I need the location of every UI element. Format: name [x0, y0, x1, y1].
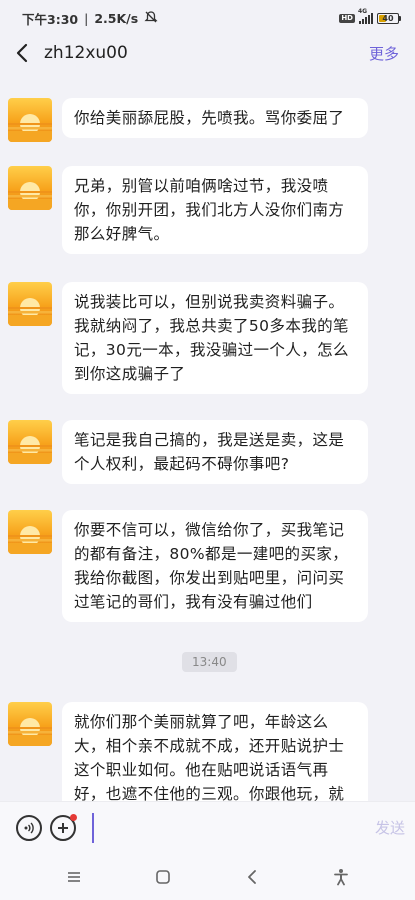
accessibility-icon: [333, 868, 348, 885]
avatar[interactable]: [8, 282, 52, 326]
status-right: HD 4G 40: [339, 8, 401, 24]
message-list[interactable]: 你给美丽舔屁股，先喷我。骂你委屈了 兄弟，别管以前咱俩啥过节，我没喷你，你别开团…: [0, 76, 415, 801]
avatar[interactable]: [8, 98, 52, 142]
menu-icon: [68, 871, 81, 882]
message-item: 兄弟，别管以前咱俩啥过节，我没喷你，你别开团，我们北方人没你们南方那么好脾气。: [8, 166, 368, 254]
nav-back-button[interactable]: [232, 857, 272, 897]
status-divider: |: [84, 10, 89, 26]
avatar[interactable]: [8, 420, 52, 464]
message-item: 你给美丽舔屁股，先喷我。骂你委屈了: [8, 98, 368, 142]
network-type: 4G: [358, 7, 368, 15]
notification-dot: [70, 813, 77, 821]
chat-title: zh12xu00: [44, 43, 128, 63]
status-time: 下午3:30: [22, 11, 79, 27]
message-bubble[interactable]: 兄弟，别管以前咱俩啥过节，我没喷你，你别开团，我们北方人没你们南方那么好脾气。: [62, 166, 368, 254]
nav-menu-button[interactable]: [54, 857, 94, 897]
back-triangle-icon: [247, 869, 256, 884]
message-input[interactable]: [92, 812, 367, 843]
voice-button[interactable]: [16, 814, 42, 841]
message-bubble[interactable]: 就你们那个美丽就算了吧，年龄这么大，相个亲不成就不成，还开贴说护士这个职业如何。…: [62, 702, 368, 801]
add-button[interactable]: [50, 813, 77, 841]
battery-level: 40: [382, 13, 394, 23]
more-button[interactable]: 更多: [369, 43, 415, 64]
message-item: 就你们那个美丽就算了吧，年龄这么大，相个亲不成就不成，还开贴说护士这个职业如何。…: [8, 702, 368, 801]
message-item: 说我装比可以，但别说我卖资料骗子。我就纳闷了，我总共卖了50多本我的笔记，30元…: [8, 282, 368, 394]
battery-icon: 40: [377, 12, 401, 24]
chat-header: zh12xu00 更多: [0, 36, 415, 70]
plus-icon: [58, 822, 68, 833]
back-button[interactable]: [0, 36, 44, 70]
input-bar: 发送: [0, 801, 415, 853]
mute-icon: [144, 10, 158, 27]
message-bubble[interactable]: 你要不信可以，微信给你了，买我笔记的都有备注，80%都是一建吧的买家，我给你截图…: [62, 510, 368, 622]
status-bar: 下午3:30 | 2.5K/s HD 4G 40: [0, 0, 415, 36]
time-divider: 13:40: [182, 652, 237, 672]
home-square-icon: [156, 869, 170, 884]
avatar[interactable]: [8, 166, 52, 210]
system-nav-bar: [0, 853, 415, 900]
send-button[interactable]: 发送: [375, 817, 405, 838]
back-arrow-icon: [16, 43, 28, 63]
message-item: 你要不信可以，微信给你了，买我笔记的都有备注，80%都是一建吧的买家，我给你截图…: [8, 510, 368, 622]
message-item: 笔记是我自己搞的，我是送是卖，这是个人权利，最起码不碍你事吧?: [8, 420, 368, 484]
status-left: 下午3:30 | 2.5K/s: [22, 9, 158, 28]
avatar[interactable]: [8, 510, 52, 554]
signal-icon: 4G: [358, 8, 373, 24]
status-speed: 2.5K/s: [94, 10, 139, 26]
message-bubble[interactable]: 笔记是我自己搞的，我是送是卖，这是个人权利，最起码不碍你事吧?: [62, 420, 368, 484]
avatar[interactable]: [8, 702, 52, 746]
nav-accessibility-button[interactable]: [321, 857, 361, 897]
message-bubble[interactable]: 你给美丽舔屁股，先喷我。骂你委屈了: [62, 98, 368, 138]
message-bubble[interactable]: 说我装比可以，但别说我卖资料骗子。我就纳闷了，我总共卖了50多本我的笔记，30元…: [62, 282, 368, 394]
hd-badge: HD: [339, 13, 355, 23]
nav-home-button[interactable]: [143, 857, 183, 897]
voice-icon: [24, 822, 34, 833]
